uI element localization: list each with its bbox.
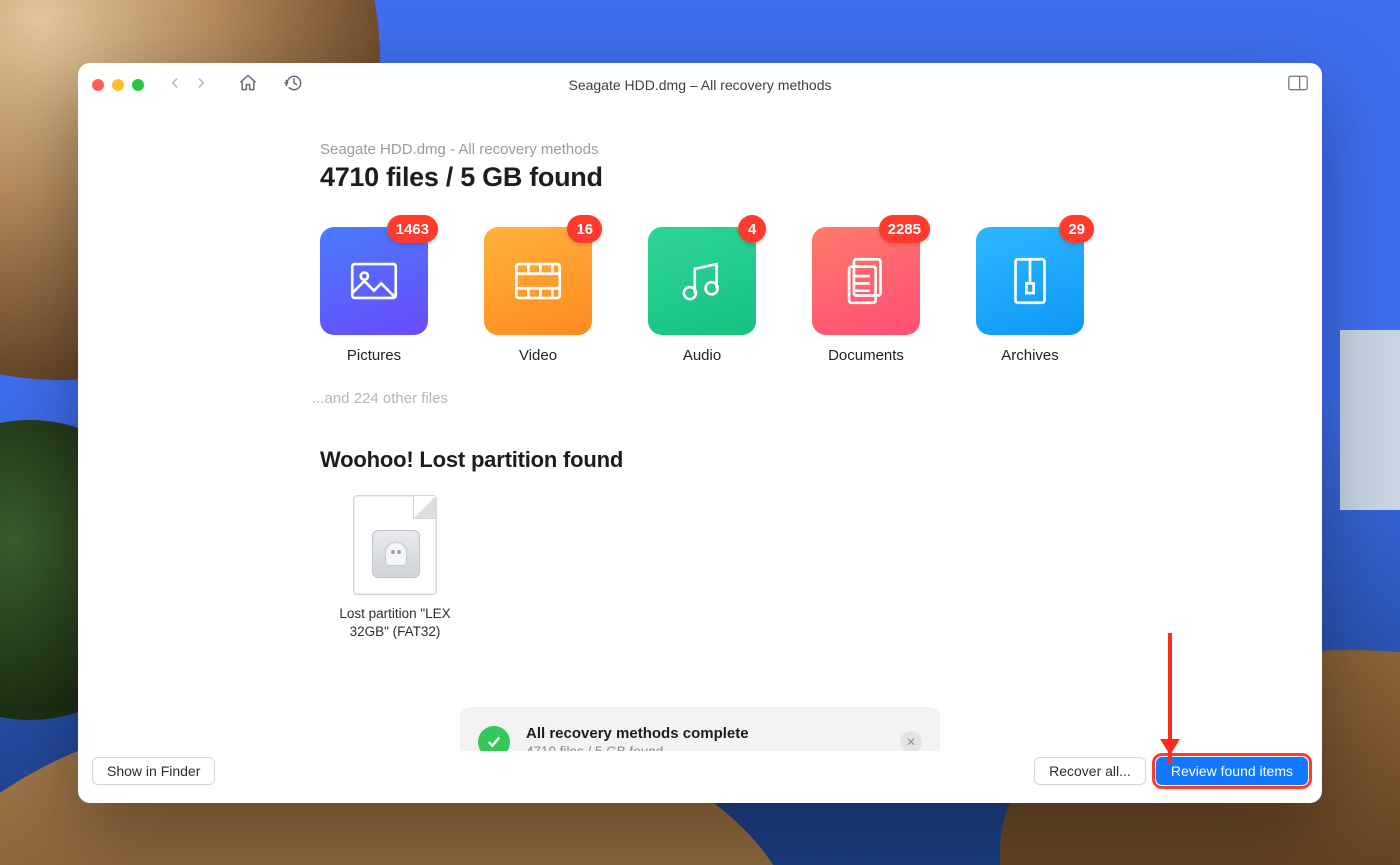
video-icon	[484, 227, 592, 335]
category-label: Video	[484, 347, 592, 364]
category-archives[interactable]: 29Archives	[976, 227, 1084, 364]
audio-icon	[648, 227, 756, 335]
category-count-badge: 1463	[387, 215, 438, 243]
category-count-badge: 4	[738, 215, 766, 243]
recover-all-button[interactable]: Recover all...	[1034, 757, 1146, 785]
toast-subtitle: 4710 files / 5 GB found	[526, 744, 884, 751]
toast-title: All recovery methods complete	[526, 725, 884, 742]
other-files-text: ...and 224 other files	[312, 390, 1322, 407]
category-count-badge: 29	[1059, 215, 1094, 243]
category-pictures[interactable]: 1463Pictures	[320, 227, 428, 364]
nav-back-button[interactable]	[168, 76, 182, 95]
lost-partition-heading: Woohoo! Lost partition found	[320, 447, 1322, 473]
category-count-badge: 2285	[879, 215, 930, 243]
results-headline: 4710 files / 5 GB found	[320, 162, 1322, 193]
home-icon[interactable]	[238, 73, 258, 98]
zoom-window-button[interactable]	[132, 79, 144, 91]
breadcrumb: Seagate HDD.dmg - All recovery methods	[320, 141, 1322, 158]
toast-close-button[interactable]: ✕	[900, 731, 922, 751]
footer: Show in Finder Recover all... Review fou…	[78, 751, 1322, 803]
category-count-badge: 16	[567, 215, 602, 243]
partition-label: Lost partition "LEX 32GB" (FAT32)	[320, 605, 470, 641]
archives-icon	[976, 227, 1084, 335]
partition-file-icon	[353, 495, 437, 595]
category-label: Archives	[976, 347, 1084, 364]
history-icon[interactable]	[284, 73, 304, 98]
pictures-icon	[320, 227, 428, 335]
category-label: Audio	[648, 347, 756, 364]
window-controls	[92, 79, 144, 91]
success-check-icon	[478, 726, 510, 751]
sidebar-toggle-icon[interactable]	[1288, 75, 1308, 96]
category-label: Documents	[812, 347, 920, 364]
category-video[interactable]: 16Video	[484, 227, 592, 364]
documents-icon	[812, 227, 920, 335]
category-label: Pictures	[320, 347, 428, 364]
category-documents[interactable]: 2285Documents	[812, 227, 920, 364]
show-in-finder-button[interactable]: Show in Finder	[92, 757, 215, 785]
app-window: Seagate HDD.dmg – All recovery methods S…	[78, 63, 1322, 803]
titlebar: Seagate HDD.dmg – All recovery methods	[78, 63, 1322, 107]
annotation-arrow	[1168, 633, 1172, 763]
nav-forward-button[interactable]	[194, 76, 208, 95]
close-window-button[interactable]	[92, 79, 104, 91]
lost-partition-item[interactable]: Lost partition "LEX 32GB" (FAT32)	[320, 495, 470, 641]
minimize-window-button[interactable]	[112, 79, 124, 91]
category-audio[interactable]: 4Audio	[648, 227, 756, 364]
completion-toast: All recovery methods complete 4710 files…	[460, 707, 940, 751]
